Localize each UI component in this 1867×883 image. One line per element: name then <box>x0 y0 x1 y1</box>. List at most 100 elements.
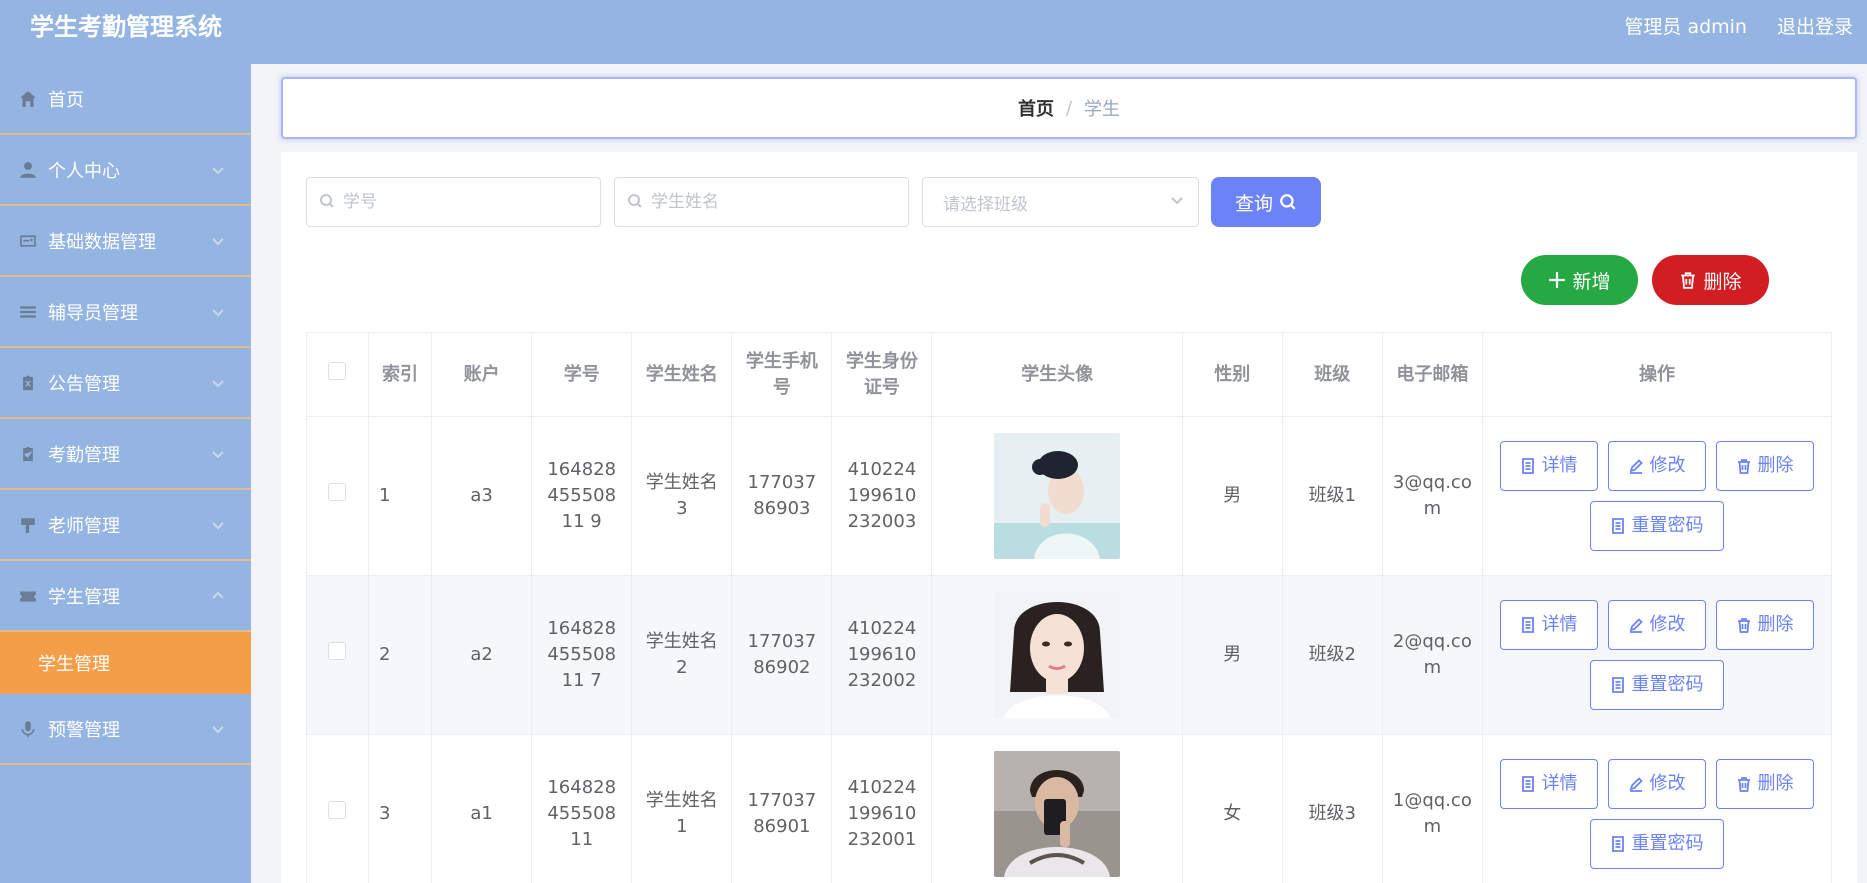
chevron-down-icon <box>211 303 225 317</box>
sidebar-subitem-student-management[interactable]: 学生管理 <box>0 632 251 694</box>
header-actions: 管理员 admin 退出登录 <box>1624 14 1853 40</box>
avatar <box>994 433 1121 559</box>
cell-actions: 详情 修改 删除 重置密码 <box>1481 416 1833 576</box>
edit-icon <box>1630 777 1644 792</box>
cell-index: 3 <box>367 734 433 883</box>
cell-student-no: 16482845550811 <box>531 734 633 883</box>
add-button[interactable]: 新增 <box>1521 255 1638 305</box>
delete-label: 删除 <box>1757 614 1794 635</box>
app-title: 学生考勤管理系统 <box>30 13 222 41</box>
class-select[interactable]: 请选择班级 <box>922 177 1199 227</box>
column-header: 账户 <box>431 332 533 417</box>
sidebar-item-profile[interactable]: 个人中心 <box>0 135 251 206</box>
trash-icon <box>1738 459 1751 474</box>
microphone-icon <box>18 719 38 739</box>
cell-id-card: 410224199610232003 <box>831 416 933 576</box>
edit-label: 修改 <box>1649 614 1686 635</box>
table-row: 3 a1 16482845550811 学生姓名1 17703786901 41… <box>306 734 1833 883</box>
cell-phone: 17703786901 <box>731 734 833 883</box>
column-header: 学生姓名 <box>631 332 733 417</box>
column-header: 学号 <box>531 332 633 417</box>
detail-button[interactable]: 详情 <box>1499 441 1598 491</box>
detail-label: 详情 <box>1541 614 1578 635</box>
trash-icon <box>1738 777 1751 792</box>
trash-icon <box>1738 618 1751 633</box>
cell-avatar <box>931 734 1183 883</box>
ticket-icon <box>18 586 38 606</box>
sidebar-item-warning[interactable]: 预警管理 <box>0 694 251 765</box>
clipboard-check-icon <box>18 444 38 464</box>
detail-button[interactable]: 详情 <box>1499 600 1598 650</box>
row-checkbox[interactable] <box>328 483 347 501</box>
reset-password-label: 重置密码 <box>1631 833 1704 854</box>
sidebar-item-notice[interactable]: 公告管理 <box>0 348 251 419</box>
column-header: 学生头像 <box>931 332 1183 417</box>
column-header: 学生手机号 <box>731 332 833 417</box>
chevron-up-icon <box>211 587 225 601</box>
batch-delete-button[interactable]: 删除 <box>1652 255 1769 305</box>
cell-name: 学生姓名1 <box>631 734 733 883</box>
reset-password-button[interactable]: 重置密码 <box>1589 819 1724 869</box>
sidebar-item-teacher[interactable]: 老师管理 <box>0 490 251 561</box>
breadcrumb-home[interactable]: 首页 <box>1018 95 1054 121</box>
cell-id-card: 410224199610232001 <box>831 734 933 883</box>
query-button-label: 查询 <box>1234 192 1273 215</box>
row-checkbox[interactable] <box>328 801 347 819</box>
student-name-input[interactable] <box>651 192 851 212</box>
sidebar-item-label: 个人中心 <box>48 160 120 182</box>
query-button[interactable]: 查询 <box>1211 177 1321 227</box>
sidebar-item-label: 预警管理 <box>48 719 120 741</box>
cell-actions: 详情 修改 删除 重置密码 <box>1481 734 1833 883</box>
cell-email: 1@qq.com <box>1381 734 1483 883</box>
reset-password-button[interactable]: 重置密码 <box>1589 660 1724 710</box>
cell-avatar <box>931 575 1183 735</box>
sidebar-item-label: 考勤管理 <box>48 444 120 466</box>
sidebar-item-basic-data[interactable]: 基础数据管理 <box>0 206 251 277</box>
plus-icon <box>1549 272 1566 288</box>
chevron-down-icon <box>1170 192 1184 212</box>
delete-button[interactable]: 删除 <box>1715 441 1814 491</box>
cell-phone: 17703786903 <box>731 416 833 576</box>
edit-label: 修改 <box>1649 455 1686 476</box>
column-header: 学生身份证号 <box>831 332 933 417</box>
sidebar-item-counselor[interactable]: 辅导员管理 <box>0 277 251 348</box>
document-icon <box>1612 677 1625 693</box>
avatar <box>994 751 1121 877</box>
main-panel: 请选择班级 查询 新增 删除 索引 账户 学号 学生姓名 学生手机号 学生身份证… <box>281 152 1857 883</box>
delete-button[interactable]: 删除 <box>1715 600 1814 650</box>
delete-label: 删除 <box>1757 455 1794 476</box>
reset-password-button[interactable]: 重置密码 <box>1589 501 1724 551</box>
sidebar-item-label: 公告管理 <box>48 373 120 395</box>
logout-link[interactable]: 退出登录 <box>1777 14 1853 40</box>
chevron-down-icon <box>211 720 225 734</box>
delete-button[interactable]: 删除 <box>1715 759 1814 809</box>
edit-label: 修改 <box>1649 773 1686 794</box>
row-checkbox[interactable] <box>328 642 347 660</box>
detail-button[interactable]: 详情 <box>1499 759 1598 809</box>
sidebar-item-home[interactable]: 首页 <box>0 64 251 135</box>
user-icon <box>18 160 38 180</box>
column-header: 操作 <box>1481 332 1833 417</box>
select-all-checkbox[interactable] <box>328 361 347 380</box>
column-header: 电子邮箱 <box>1381 332 1483 417</box>
sidebar-item-student[interactable]: 学生管理 <box>0 561 251 632</box>
cell-student-no: 16482845550811 9 <box>531 416 633 576</box>
add-button-label: 新增 <box>1572 270 1611 293</box>
sidebar-item-attendance[interactable]: 考勤管理 <box>0 419 251 490</box>
chevron-down-icon <box>211 232 225 246</box>
chevron-down-icon <box>211 161 225 175</box>
table-row: 1 a3 16482845550811 9 学生姓名3 17703786903 … <box>306 416 1833 576</box>
detail-label: 详情 <box>1541 455 1578 476</box>
delete-label: 删除 <box>1757 773 1794 794</box>
cell-gender: 男 <box>1181 416 1283 576</box>
edit-button[interactable]: 修改 <box>1607 600 1706 650</box>
cell-id-card: 410224199610232002 <box>831 575 933 735</box>
edit-button[interactable]: 修改 <box>1607 759 1706 809</box>
cell-student-no: 16482845550811 7 <box>531 575 633 735</box>
student-no-input[interactable] <box>343 192 543 212</box>
search-icon <box>627 193 645 211</box>
edit-button[interactable]: 修改 <box>1607 441 1706 491</box>
student-no-search <box>306 177 601 227</box>
cell-class: 班级2 <box>1281 575 1383 735</box>
document-icon <box>1612 518 1625 534</box>
